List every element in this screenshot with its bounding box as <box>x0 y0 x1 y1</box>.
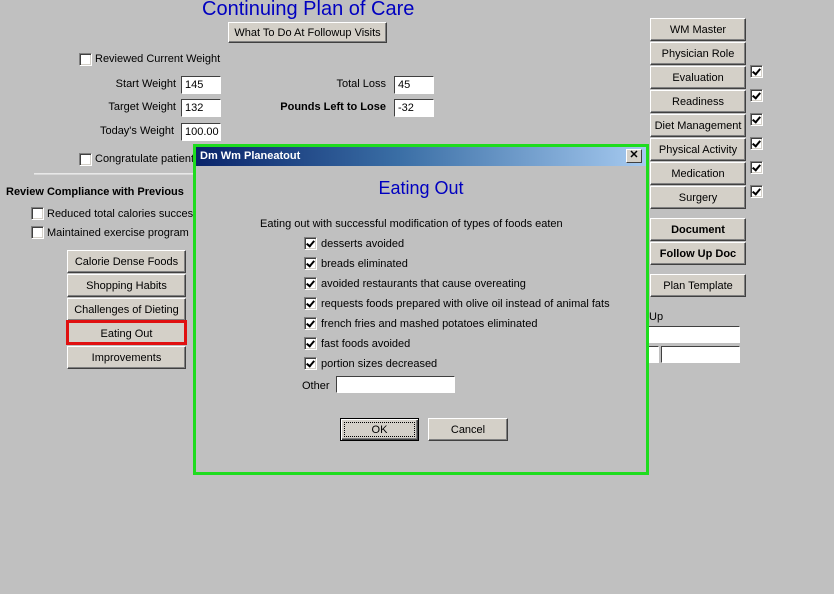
surgery-checkbox[interactable] <box>750 185 763 198</box>
item-checkbox-breads[interactable] <box>304 257 317 270</box>
readiness-checkbox[interactable] <box>750 89 763 102</box>
item-checkbox-fast-foods[interactable] <box>304 337 317 350</box>
start-weight-field[interactable]: 145 <box>181 76 221 94</box>
congratulate-checkbox[interactable] <box>79 153 92 166</box>
compliance-label-exercise: Maintained exercise program <box>47 227 189 239</box>
followup-field-1[interactable] <box>646 326 740 343</box>
sidebar-wm-master[interactable]: WM Master <box>650 18 746 41</box>
todays-weight-field[interactable]: 100.00 <box>181 123 221 141</box>
separator <box>34 173 194 175</box>
todays-weight-label: Today's Weight <box>99 125 174 137</box>
item-label-french-fries: french fries and mashed potatoes elimina… <box>321 318 538 330</box>
eating-out-highlight <box>66 320 187 345</box>
challenges-of-dieting-button[interactable]: Challenges of Dieting <box>67 298 186 321</box>
item-label-fast-foods: fast foods avoided <box>321 338 411 350</box>
evaluation-checkbox[interactable] <box>750 65 763 78</box>
medication-checkbox[interactable] <box>750 161 763 174</box>
item-label-desserts: desserts avoided <box>321 238 405 250</box>
sidebar-surgery[interactable]: Surgery <box>650 186 746 209</box>
item-checkbox-french-fries[interactable] <box>304 317 317 330</box>
other-input[interactable] <box>336 376 455 393</box>
pounds-left-label: Pounds Left to Lose <box>280 101 386 113</box>
sidebar-diet-management[interactable]: Diet Management <box>650 114 746 137</box>
item-label-restaurants: avoided restaurants that cause overeatin… <box>321 278 526 290</box>
followup-visits-button[interactable]: What To Do At Followup Visits <box>228 22 387 43</box>
sidebar-readiness[interactable]: Readiness <box>650 90 746 113</box>
follow-up-doc-button[interactable]: Follow Up Doc <box>650 242 746 265</box>
total-loss-label: Total Loss <box>336 78 386 90</box>
dialog-heading: Eating Out <box>378 178 464 198</box>
followup-field-3[interactable] <box>661 346 740 363</box>
close-icon[interactable]: ✕ <box>626 149 642 163</box>
item-checkbox-olive-oil[interactable] <box>304 297 317 310</box>
document-button[interactable]: Document <box>650 218 746 241</box>
ok-focus-ring <box>344 422 415 437</box>
shopping-habits-button[interactable]: Shopping Habits <box>67 274 186 297</box>
item-checkbox-portion-sizes[interactable] <box>304 357 317 370</box>
start-weight-label: Start Weight <box>115 78 176 90</box>
calorie-dense-foods-button[interactable]: Calorie Dense Foods <box>67 250 186 273</box>
followup-partial-label: Up <box>649 311 664 323</box>
plan-template-button[interactable]: Plan Template <box>650 274 746 297</box>
item-label-portion-sizes: portion sizes decreased <box>321 358 438 370</box>
total-loss-field[interactable]: 45 <box>394 76 434 94</box>
compliance-checkbox-exercise[interactable] <box>31 226 44 239</box>
compliance-checkbox-calories[interactable] <box>31 207 44 220</box>
compliance-label-calories: Reduced total calories succes <box>47 208 194 220</box>
sidebar-evaluation[interactable]: Evaluation <box>650 66 746 89</box>
target-weight-field[interactable]: 132 <box>181 99 221 117</box>
page-title: Continuing Plan of Care <box>202 0 415 20</box>
item-checkbox-desserts[interactable] <box>304 237 317 250</box>
target-weight-label: Target Weight <box>108 101 176 113</box>
improvements-button[interactable]: Improvements <box>67 346 186 369</box>
diet-management-checkbox[interactable] <box>750 113 763 126</box>
sidebar-medication[interactable]: Medication <box>650 162 746 185</box>
congratulate-label: Congratulate patient <box>95 153 195 165</box>
reviewed-weight-label: Reviewed Current Weight <box>95 53 221 65</box>
item-checkbox-restaurants[interactable] <box>304 277 317 290</box>
sidebar-physician-role[interactable]: Physician Role <box>650 42 746 65</box>
physical-activity-checkbox[interactable] <box>750 137 763 150</box>
dialog-titlebar[interactable]: Dm Wm Planeatout ✕ <box>196 147 646 166</box>
cancel-button[interactable]: Cancel <box>428 418 508 441</box>
eating-out-dialog: Dm Wm Planeatout ✕ Eating Out Eating out… <box>196 147 646 472</box>
dialog-prompt: Eating out with successful modification … <box>260 218 563 230</box>
dialog-window-title: Dm Wm Planeatout <box>200 150 301 162</box>
item-label-olive-oil: requests foods prepared with olive oil i… <box>321 298 610 310</box>
reviewed-weight-checkbox[interactable] <box>79 53 92 66</box>
ok-button[interactable]: OK <box>340 418 419 441</box>
other-label: Other <box>302 380 330 392</box>
item-label-breads: breads eliminated <box>321 258 408 270</box>
sidebar-physical-activity[interactable]: Physical Activity <box>650 138 746 161</box>
review-compliance-heading: Review Compliance with Previous <box>6 186 184 198</box>
pounds-left-field[interactable]: -32 <box>394 99 434 117</box>
